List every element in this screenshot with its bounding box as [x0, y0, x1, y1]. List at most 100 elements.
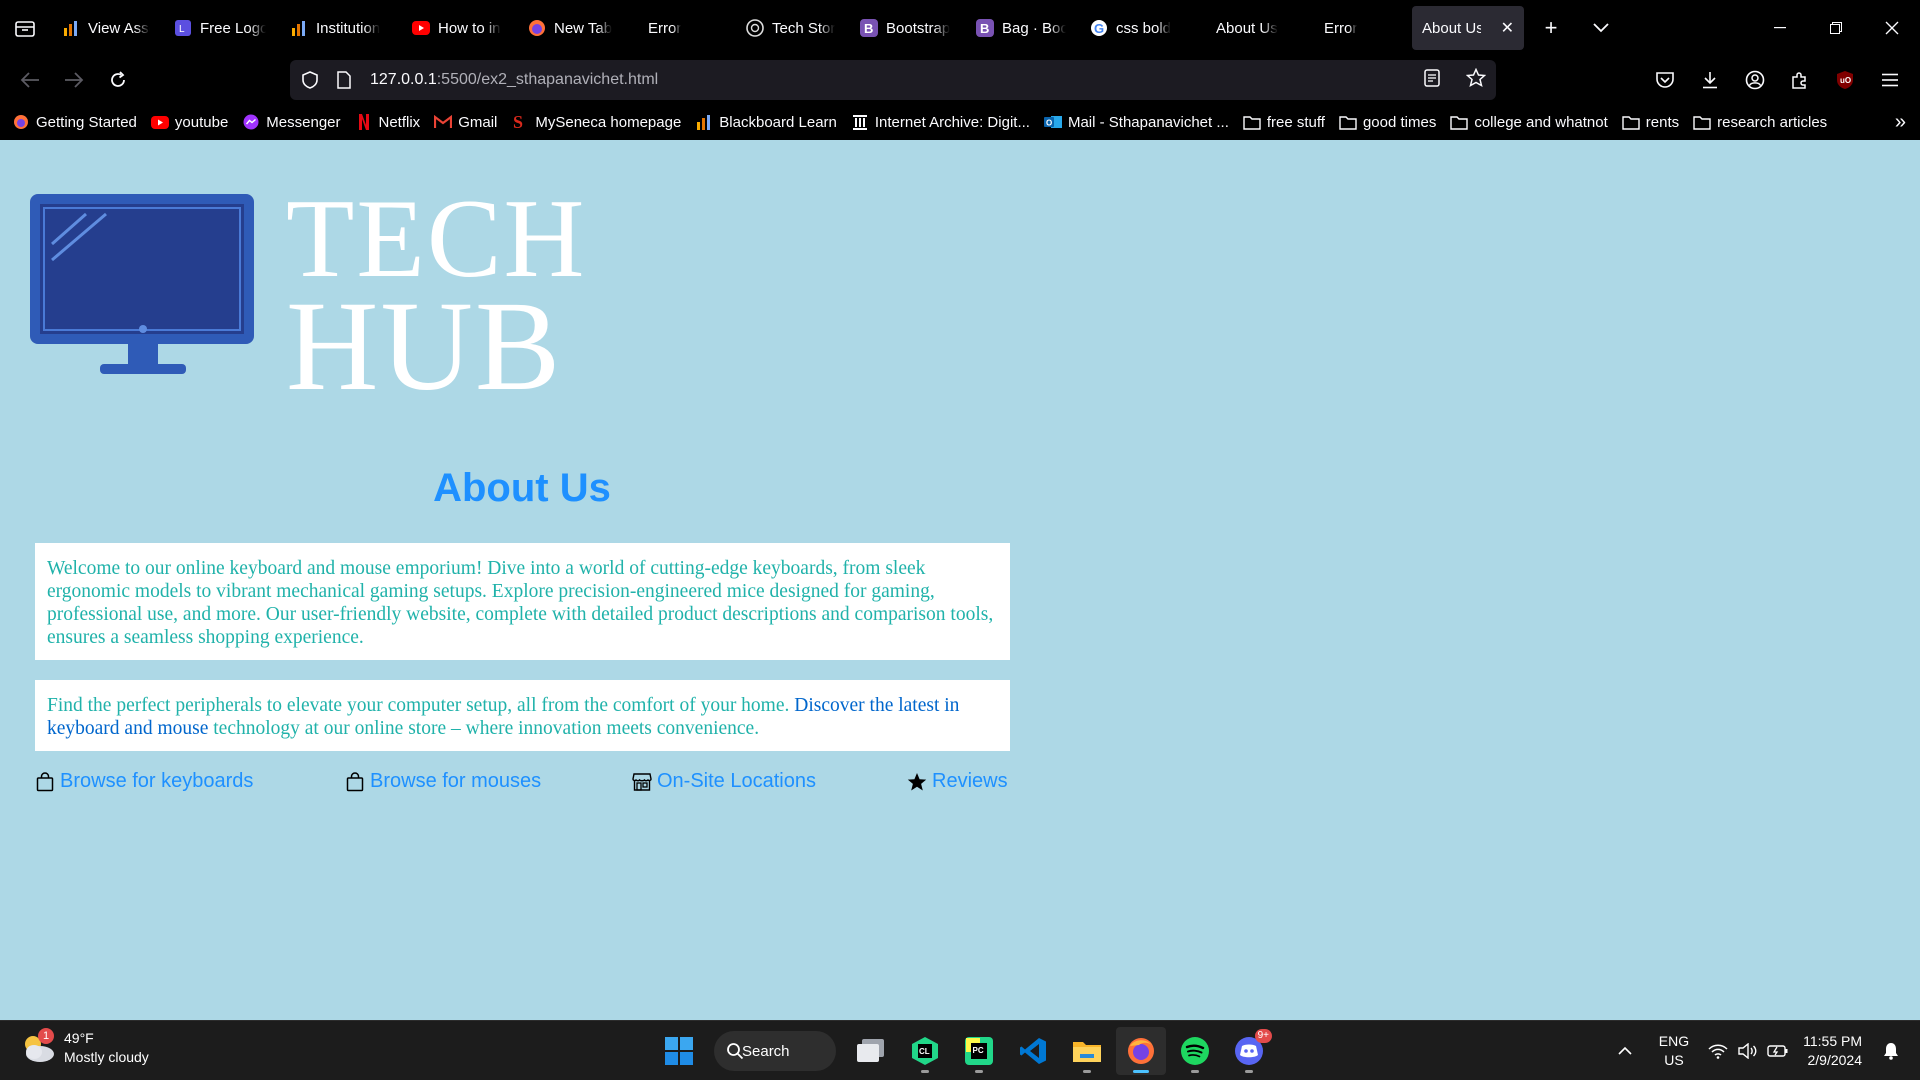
file-explorer-app[interactable]	[1062, 1027, 1112, 1075]
weather-widget[interactable]: 1 49°F Mostly cloudy	[20, 1028, 149, 1067]
bookmark-myseneca[interactable]: S MySeneca homepage	[511, 113, 681, 131]
taskbar-apps: Search CL PC 9+	[652, 1027, 1276, 1075]
archive-icon	[851, 113, 869, 131]
bookmark-mail[interactable]: O Mail - Sthapanavichet ...	[1043, 113, 1229, 131]
account-icon	[1745, 70, 1764, 90]
spotify-app[interactable]	[1170, 1027, 1220, 1075]
tab-title: About Us	[1216, 19, 1278, 37]
pycharm-icon: PC	[965, 1037, 993, 1065]
netflix-icon	[355, 113, 373, 131]
task-view-button[interactable]	[846, 1027, 896, 1075]
extensions-button[interactable]	[1777, 60, 1822, 100]
new-tab-button[interactable]: +	[1526, 0, 1576, 56]
bookmark-blackboard[interactable]: Blackboard Learn	[695, 113, 837, 131]
folder-icon	[1693, 113, 1711, 131]
list-all-tabs-button[interactable]	[0, 0, 50, 56]
reader-view-icon[interactable]	[1424, 68, 1440, 92]
on-site-locations-link[interactable]: On-Site Locations	[632, 770, 816, 793]
minimize-button[interactable]	[1752, 0, 1808, 56]
notification-bell-icon[interactable]	[1876, 1042, 1906, 1060]
language-code: ENG	[1658, 1033, 1690, 1049]
gmail-icon	[434, 113, 453, 131]
bookmark-folder-good-times[interactable]: good times	[1339, 113, 1436, 131]
close-window-button[interactable]	[1864, 0, 1920, 56]
bookmark-star-icon[interactable]	[1465, 67, 1487, 93]
battery-icon[interactable]	[1763, 1044, 1793, 1058]
tab-institution[interactable]: Institution	[280, 6, 398, 50]
page-links: Browse for keyboards Browse for mouses O…	[35, 770, 1010, 800]
tab-free-logo[interactable]: L Free Logo	[164, 6, 276, 50]
taskbar-search-button[interactable]: Search	[714, 1031, 836, 1071]
pycharm-app[interactable]: PC	[954, 1027, 1004, 1075]
tab-error-2[interactable]: Error	[1304, 6, 1408, 50]
bookmark-youtube[interactable]: youtube	[150, 113, 228, 131]
youtube-icon	[412, 19, 430, 37]
browse-keyboards-label: Browse for keyboards	[60, 770, 254, 792]
show-hidden-icons-button[interactable]	[1605, 1046, 1645, 1056]
tab-title: Bootstrap	[886, 19, 951, 37]
bookmarks-overflow-button[interactable]: »	[1895, 104, 1906, 140]
svg-text:O: O	[1046, 119, 1052, 128]
shield-icon[interactable]	[296, 60, 324, 100]
url-text[interactable]: 127.0.0.1:5500/ex2_sthapanavichet.html	[370, 71, 658, 89]
volume-icon[interactable]	[1733, 1043, 1763, 1059]
tab-css-bold[interactable]: G css bold	[1080, 6, 1192, 50]
tab-about-us[interactable]: About Us	[1196, 6, 1300, 50]
chatgpt-icon	[746, 19, 764, 37]
tab-error[interactable]: Error	[628, 6, 732, 50]
page-icon[interactable]	[330, 60, 358, 100]
hamburger-menu-icon	[1881, 73, 1898, 87]
url-host: 127.0.0.1	[370, 71, 437, 88]
bookmark-netflix[interactable]: Netflix	[355, 113, 420, 131]
clock-date: 2/9/2024	[1807, 1052, 1863, 1068]
browse-keyboards-link[interactable]: Browse for keyboards	[35, 770, 253, 793]
tab-title: Error	[1324, 19, 1358, 37]
weather-description: Mostly cloudy	[64, 1049, 149, 1065]
browse-mouses-link[interactable]: Browse for mouses	[345, 770, 541, 793]
double-chevron-right-icon: »	[1894, 110, 1906, 133]
forward-button[interactable]	[52, 60, 96, 100]
bookmark-messenger[interactable]: Messenger	[242, 113, 341, 131]
spotify-icon	[1181, 1037, 1209, 1065]
bookmark-getting-started[interactable]: Getting Started	[12, 113, 137, 131]
input-language-indicator[interactable]: ENG US	[1659, 1032, 1689, 1070]
bookmark-folder-research[interactable]: research articles	[1693, 113, 1827, 131]
url-bar[interactable]: 127.0.0.1:5500/ex2_sthapanavichet.html	[290, 60, 1496, 100]
bookmark-folder-free-stuff[interactable]: free stuff	[1243, 113, 1325, 131]
downloads-button[interactable]	[1687, 60, 1732, 100]
tab-new-tab[interactable]: New Tab	[518, 6, 624, 50]
firefox-app[interactable]	[1116, 1027, 1166, 1075]
wifi-icon[interactable]	[1703, 1043, 1733, 1059]
discord-app[interactable]: 9+	[1224, 1027, 1274, 1075]
bookmark-folder-college[interactable]: college and whatnot	[1450, 113, 1608, 131]
tab-view-assets[interactable]: View Asse	[52, 6, 160, 50]
account-button[interactable]	[1732, 60, 1777, 100]
tab-title: css bold	[1116, 19, 1172, 37]
back-button[interactable]	[8, 60, 52, 100]
restore-button[interactable]	[1808, 0, 1864, 56]
reviews-link[interactable]: Reviews	[907, 770, 1008, 793]
windows-logo-icon	[665, 1037, 693, 1065]
tab-bootstrap[interactable]: B Bootstrap	[850, 6, 962, 50]
start-button[interactable]	[654, 1027, 704, 1075]
tab-tech-store[interactable]: Tech Stor	[736, 6, 846, 50]
clock[interactable]: 11:55 PM 2/9/2024	[1803, 1032, 1862, 1070]
bookmark-folder-rents[interactable]: rents	[1622, 113, 1679, 131]
pocket-button[interactable]	[1642, 60, 1687, 100]
folder-icon	[1243, 113, 1261, 131]
tab-how-to[interactable]: How to in	[402, 6, 514, 50]
bookmark-gmail[interactable]: Gmail	[434, 113, 497, 131]
tab-about-us-active[interactable]: About Us ✕	[1412, 6, 1524, 50]
clion-app[interactable]: CL	[900, 1027, 950, 1075]
ublock-button[interactable]: uO	[1822, 60, 1867, 100]
tab-list-dropdown-button[interactable]	[1576, 0, 1626, 56]
reload-icon	[111, 71, 125, 87]
close-tab-icon[interactable]: ✕	[1501, 18, 1514, 38]
logo-maker-icon: L	[174, 19, 192, 37]
vscode-app[interactable]	[1008, 1027, 1058, 1075]
app-menu-button[interactable]	[1867, 60, 1912, 100]
reload-button[interactable]	[96, 60, 140, 100]
tab-bag-bootstrap[interactable]: B Bag · Boo	[966, 6, 1076, 50]
bookmark-internet-archive[interactable]: Internet Archive: Digit...	[851, 113, 1030, 131]
bootstrap-icon: B	[860, 19, 878, 37]
